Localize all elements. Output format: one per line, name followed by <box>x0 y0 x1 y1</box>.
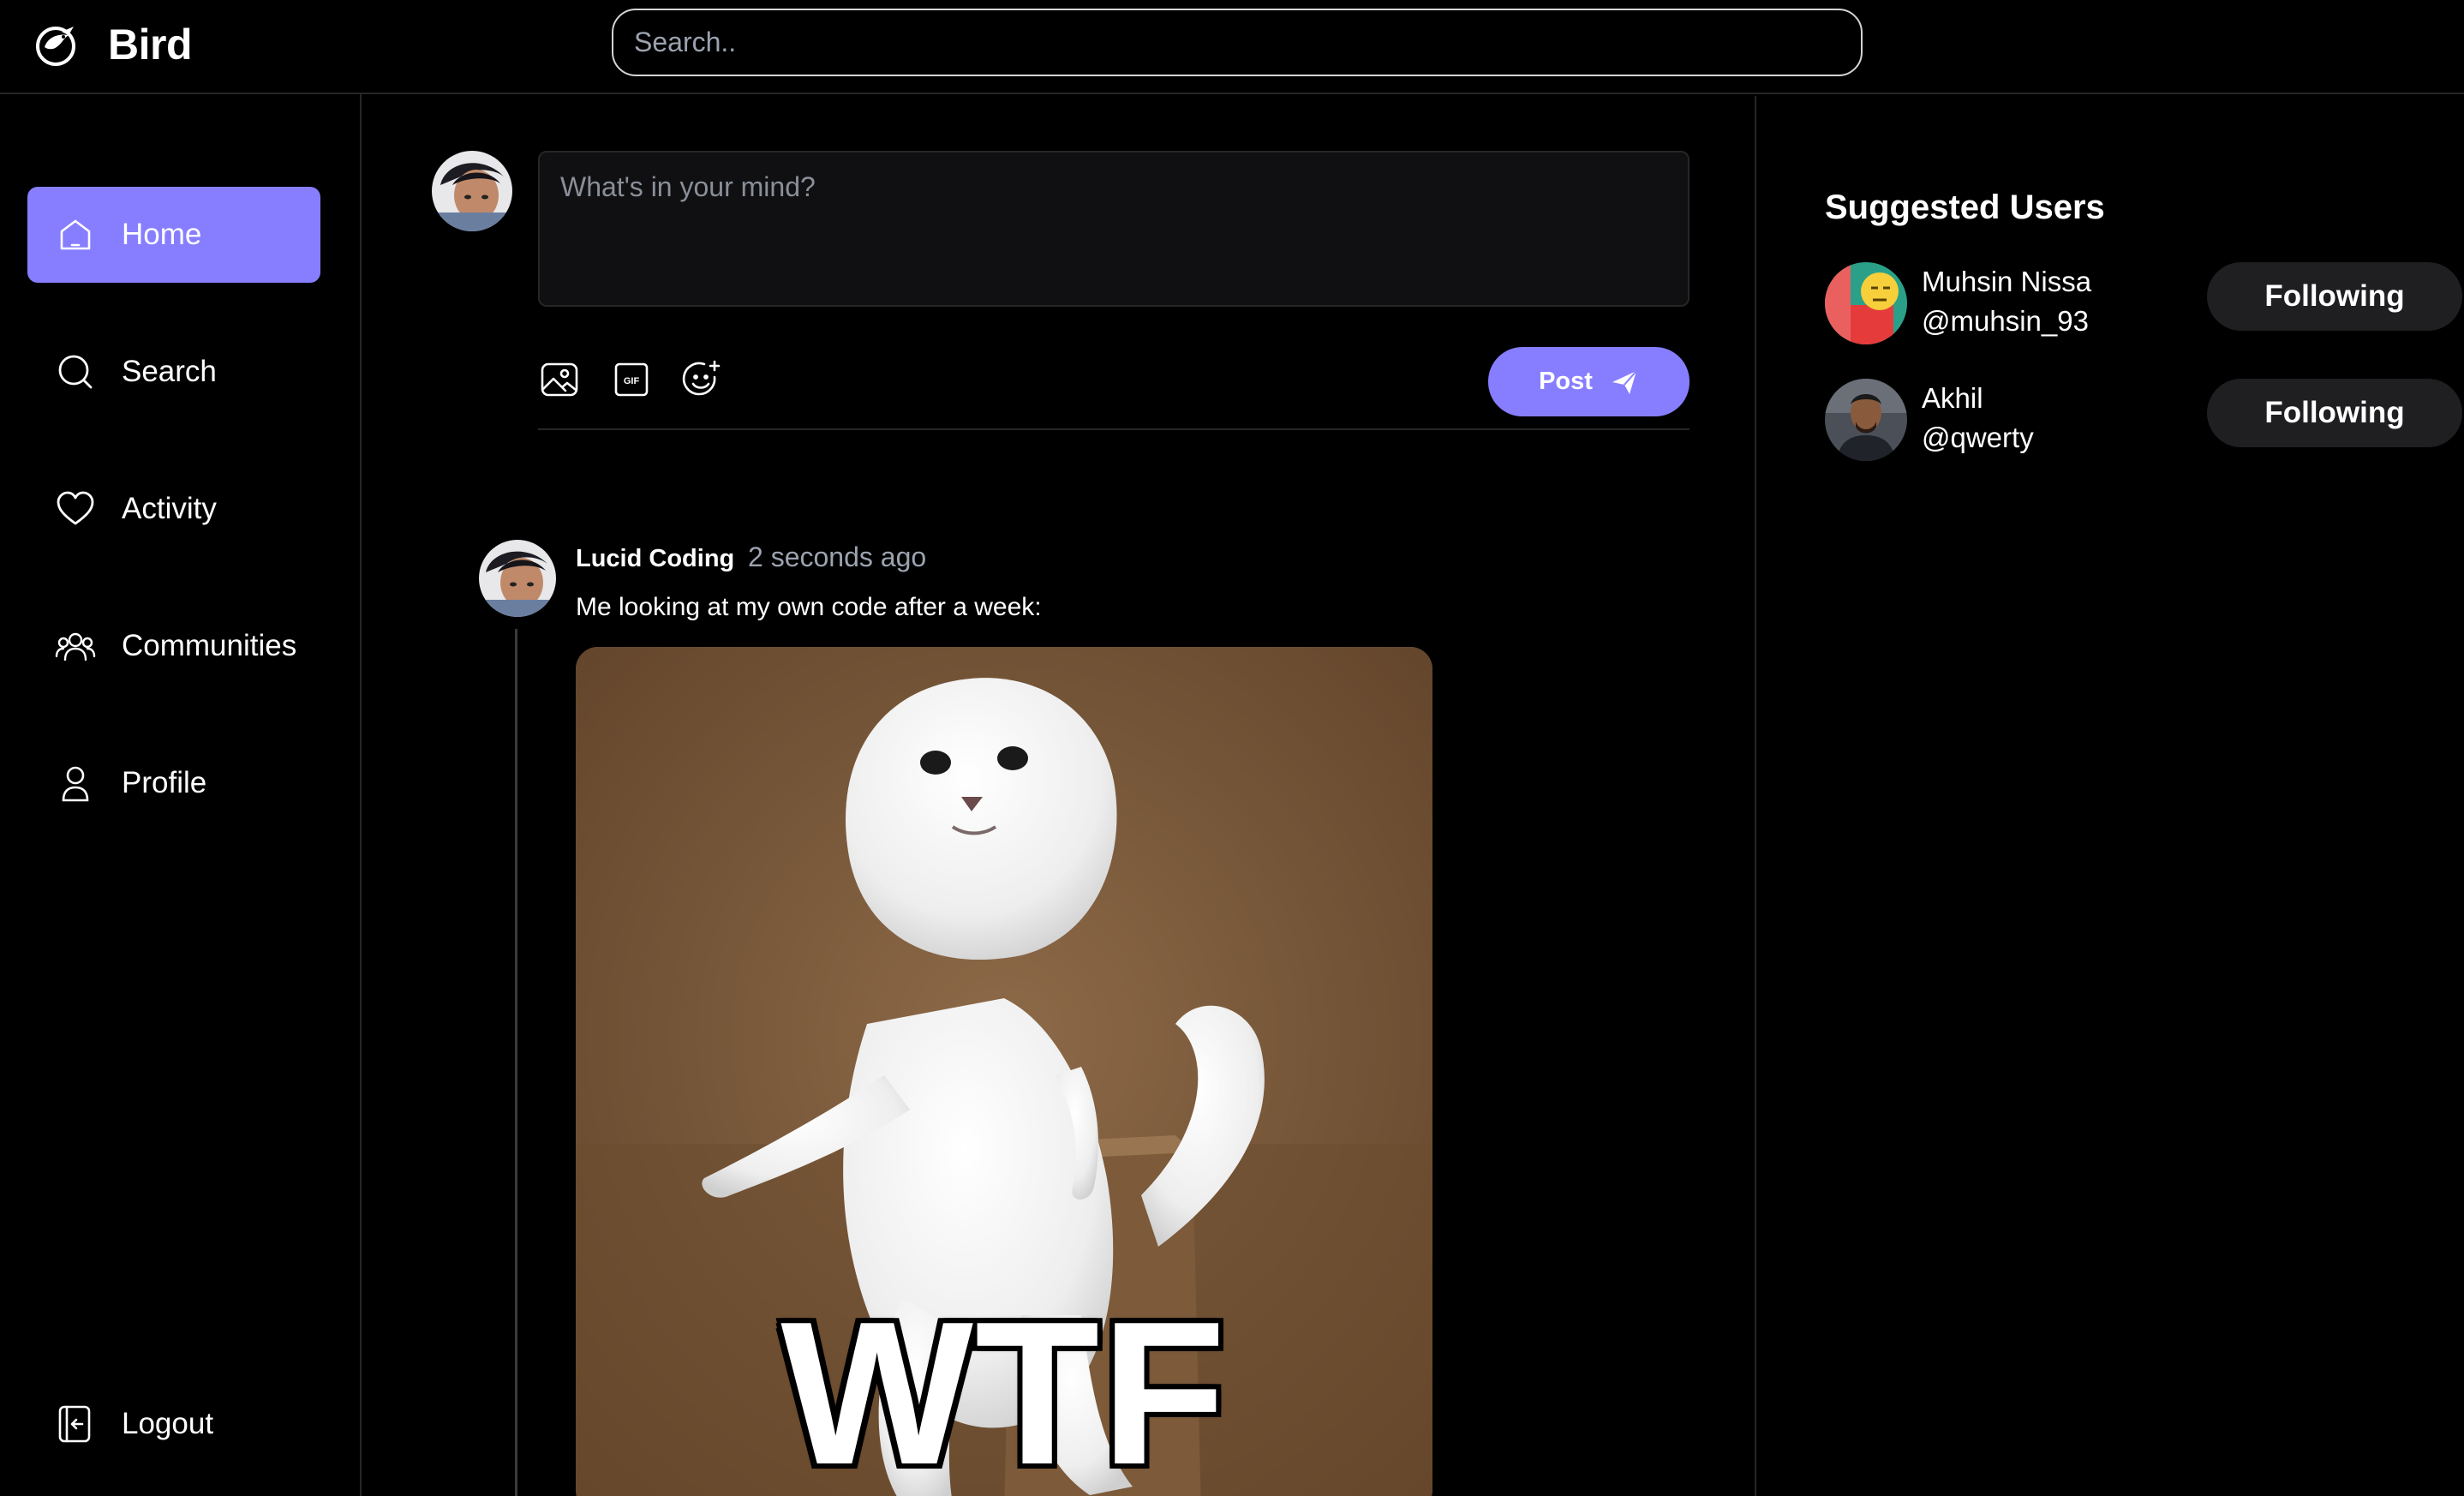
suggested-user-row: Akhil @qwerty Following <box>1825 379 2462 464</box>
sidebar-item-profile[interactable]: Profile <box>27 735 320 831</box>
media-caption: WTF <box>780 1280 1228 1496</box>
thread-line <box>515 629 517 1496</box>
sidebar-item-label: Activity <box>122 492 217 525</box>
suggested-user-name[interactable]: Akhil <box>1922 382 1983 415</box>
post-timestamp: 2 seconds ago <box>748 542 927 572</box>
svg-text:GIF: GIF <box>624 376 640 386</box>
composer-avatar[interactable] <box>432 151 512 231</box>
composer-divider <box>538 428 1690 430</box>
right-sidebar: Suggested Users Muhsin Nissa @muhsin_93 … <box>1758 96 2464 1496</box>
composer-textarea[interactable] <box>538 151 1690 307</box>
post-author-name[interactable]: Lucid Coding <box>576 545 734 573</box>
image-icon[interactable] <box>538 358 581 401</box>
main-feed: GIF Post <box>363 96 1756 1496</box>
suggested-user-handle: @qwerty <box>1922 422 2034 453</box>
avatar[interactable] <box>1825 379 1907 461</box>
sidebar-item-label: Profile <box>122 766 207 799</box>
gif-icon[interactable]: GIF <box>610 358 653 401</box>
suggested-user-handle: @muhsin_93 <box>1922 305 2089 337</box>
suggested-user-row: Muhsin Nissa @muhsin_93 Following <box>1825 262 2462 348</box>
following-button[interactable]: Following <box>2207 379 2462 447</box>
global-search-input[interactable] <box>612 9 1863 76</box>
sidebar-item-label: Home <box>122 218 202 251</box>
bird-logo-icon <box>36 27 75 66</box>
avatar-image <box>1825 262 1907 344</box>
left-sidebar: Home Search Activity Communities Profile… <box>0 94 362 1496</box>
app-name: Bird <box>108 21 193 69</box>
heart-icon <box>57 491 94 525</box>
post-button-label: Post <box>1539 368 1593 395</box>
avatar-image <box>479 540 556 617</box>
send-icon <box>1612 369 1637 394</box>
sidebar-item-home[interactable]: Home <box>27 187 320 283</box>
post-media-gif[interactable]: WTF <box>576 647 1432 1496</box>
top-bar: Bird <box>0 0 2464 94</box>
avatar[interactable] <box>1825 262 1907 344</box>
people-icon <box>55 632 96 661</box>
logout-button[interactable]: Logout <box>27 1376 320 1472</box>
sidebar-item-label: Communities <box>122 629 297 662</box>
post-author-avatar[interactable] <box>479 540 556 617</box>
post-button[interactable]: Post <box>1488 347 1690 416</box>
sidebar-item-activity[interactable]: Activity <box>27 461 320 557</box>
suggested-user-name[interactable]: Muhsin Nissa <box>1922 266 2091 298</box>
emoji-icon[interactable] <box>680 358 723 401</box>
search-icon <box>58 355 93 389</box>
following-button[interactable]: Following <box>2207 262 2462 331</box>
logo[interactable]: Bird <box>33 19 193 70</box>
sidebar-item-search[interactable]: Search <box>27 324 320 420</box>
user-icon <box>62 766 89 802</box>
app-root: Bird Home Search Activity <box>0 0 2464 1496</box>
home-icon <box>60 219 91 250</box>
avatar-image <box>432 151 512 231</box>
sidebar-item-communities[interactable]: Communities <box>27 598 320 694</box>
logout-icon <box>58 1405 91 1443</box>
suggested-users-title: Suggested Users <box>1825 188 2105 226</box>
avatar-image <box>1825 379 1907 461</box>
logout-label: Logout <box>122 1407 214 1440</box>
post-text: Me looking at my own code after a week: <box>576 593 1042 621</box>
sidebar-item-label: Search <box>122 355 217 388</box>
